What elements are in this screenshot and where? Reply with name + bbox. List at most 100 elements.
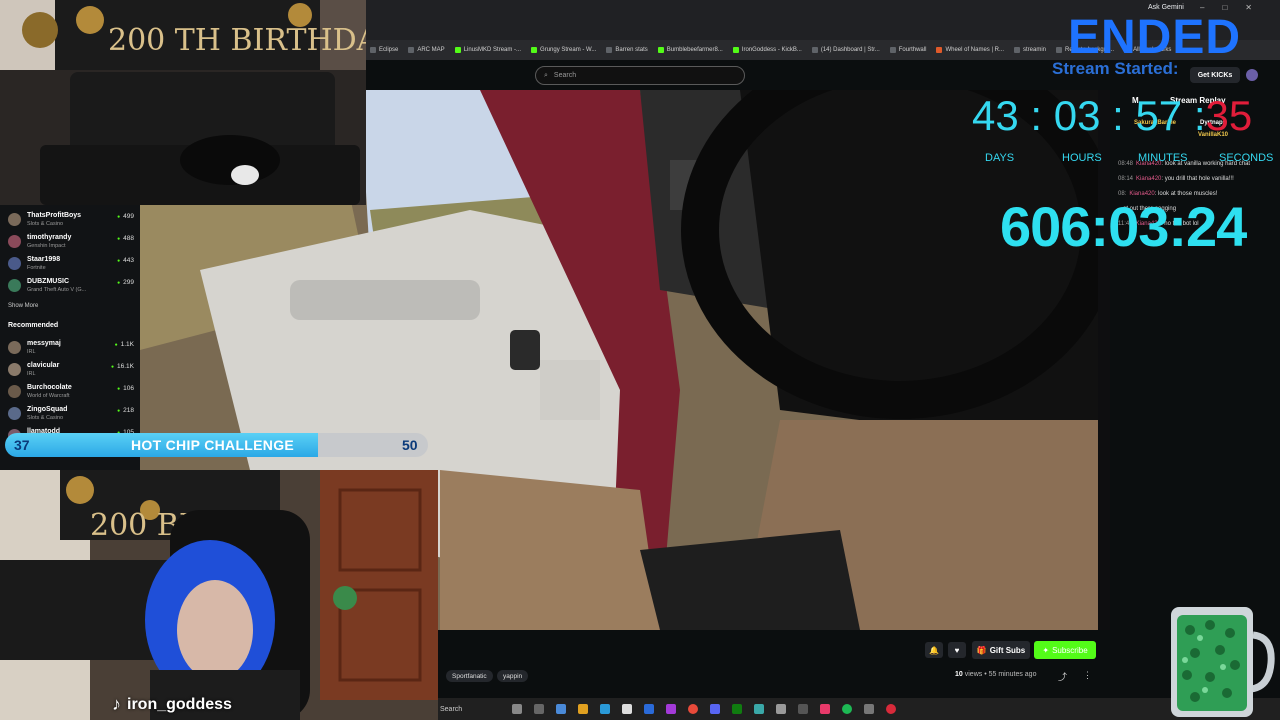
follow-heart-icon[interactable]: ♥ (948, 642, 966, 658)
chrome-icon[interactable] (688, 704, 698, 714)
avatar (8, 213, 21, 226)
close-button[interactable]: ✕ (1245, 3, 1252, 12)
hours-label: HOURS (1062, 152, 1102, 164)
sidebar-channel[interactable]: messymaj IRL 1.1K (8, 337, 134, 359)
bookmark-icon (732, 47, 739, 53)
minutes-label: MINUTES (1138, 152, 1188, 164)
search-input[interactable]: ⌕ Search (535, 66, 745, 85)
sidebar: ThatsProfitBoys Slots & Casino 499 timot… (0, 205, 140, 470)
countdown-seconds: 35 (1205, 92, 1253, 139)
obs-icon[interactable] (666, 704, 676, 714)
views-text: views • 55 minutes ago (964, 671, 1037, 678)
seconds-label: SECONDS (1219, 152, 1274, 164)
folder-icon (1014, 47, 1021, 53)
bookmark-icon (370, 47, 376, 53)
settings-icon[interactable] (776, 704, 786, 714)
bookmark-item[interactable]: Bumblebeefarmer8... (657, 47, 723, 53)
ended-overlay: ENDED (1068, 11, 1242, 64)
bookmark-item[interactable]: Fourthwall (889, 47, 926, 53)
taskbar-search[interactable]: Search (440, 706, 500, 713)
notification-bell-icon[interactable]: 🔔 (925, 642, 943, 658)
search-placeholder: Search (553, 72, 577, 79)
show-more-link[interactable]: Show More (8, 303, 38, 309)
bookmark-icon (657, 47, 664, 53)
discord-icon[interactable] (710, 704, 720, 714)
user-avatar[interactable] (1246, 69, 1258, 81)
sidebar-channel[interactable]: Burchocolate World of Warcraft 106 (8, 381, 134, 403)
get-kicks-button[interactable]: Get KICKs (1190, 67, 1240, 83)
challenge-current: 37 (14, 437, 30, 453)
star-icon: ✦ (1042, 645, 1050, 655)
avatar (8, 257, 21, 270)
avatar (8, 363, 21, 376)
avatar (8, 341, 21, 354)
webcam-room-frame: 200 TH BIRTHDAY (0, 0, 366, 205)
webcam-room: 200 TH BIRTHDAY (0, 0, 366, 205)
task-view-icon[interactable] (534, 704, 544, 714)
app-icon[interactable] (556, 704, 566, 714)
bookmark-icon (811, 47, 818, 53)
webcam-streamer: 200 BIRTH (0, 470, 438, 720)
bookmark-icon (408, 47, 415, 53)
avatar (8, 385, 21, 398)
bookmark-item[interactable]: IronGoddess - KickB... (732, 47, 802, 53)
bookmark-item[interactable]: LinusMKD Stream -... (454, 47, 521, 53)
bookmark-icon (606, 47, 613, 53)
gift-icon: 🎁 (976, 645, 987, 655)
bookmark-icon (531, 47, 538, 53)
challenge-title: HOT CHIP CHALLENGE (131, 437, 295, 453)
edge-icon[interactable] (600, 704, 610, 714)
app-icon[interactable] (886, 704, 896, 714)
bookmark-folder[interactable]: streamin (1014, 47, 1046, 53)
bookmark-item[interactable]: ARC MAP (408, 47, 445, 53)
days-label: DAYS (985, 152, 1015, 164)
app-icon[interactable] (754, 704, 764, 714)
stream-tag[interactable]: Sportfanatic (446, 670, 493, 682)
views-info: 10 views • 55 minutes ago (955, 671, 1036, 678)
folder-icon[interactable] (578, 704, 588, 714)
sidebar-channel[interactable]: clavicular IRL 16.1K (8, 359, 134, 381)
bookmark-icon (454, 47, 461, 53)
mail-icon[interactable] (644, 704, 654, 714)
bookmark-item[interactable]: Wheel of Names | R... (936, 47, 1004, 53)
avatar (8, 407, 21, 420)
bookmark-icon (889, 47, 896, 53)
more-options-icon[interactable]: ⋮ (1083, 670, 1092, 681)
app-icon[interactable] (864, 704, 874, 714)
chat-message: 08:14 Kiana420: you drill that hole vanil… (1118, 176, 1234, 182)
sidebar-channel[interactable]: timothyrandy Genshin Impact 488 (8, 231, 134, 253)
gift-subs-button[interactable]: 🎁 Gift Subs (972, 641, 1030, 659)
bookmark-item[interactable]: Grungy Stream - W... (531, 47, 596, 53)
spotify-icon[interactable] (842, 704, 852, 714)
views-count: 10 (955, 671, 963, 678)
taskbar: Search (438, 698, 1280, 720)
app-icon[interactable] (798, 704, 808, 714)
notepad-icon[interactable] (622, 704, 632, 714)
sidebar-channel[interactable]: ZingoSquad Slots & Casino 218 (8, 403, 134, 425)
xbox-icon[interactable] (732, 704, 742, 714)
subscribe-button[interactable]: ✦ Subscribe (1034, 641, 1096, 659)
bookmark-item[interactable]: Barren stats (606, 47, 648, 53)
avatar (8, 279, 21, 292)
bookmark-item[interactable]: (14) Dashboard | Str... (811, 47, 880, 53)
avatar (8, 235, 21, 248)
tiktok-icon: ♪ (112, 694, 121, 714)
share-icon[interactable]: ⤴ (1058, 670, 1067, 683)
sidebar-channel[interactable]: ThatsProfitBoys Slots & Casino 499 (8, 209, 134, 231)
mug-overlay (1171, 607, 1275, 717)
countdown-timer: 43 : 03 : 57 :35 (972, 92, 1252, 140)
stream-started-label: Stream Started: (1052, 59, 1179, 78)
sidebar-channel[interactable]: Staar1998 Fortnite 443 (8, 253, 134, 275)
bookmark-icon (1056, 47, 1063, 53)
tiktok-handle: ♪ iron_goddess (112, 694, 232, 715)
bookmark-item[interactable]: Eclipse (370, 47, 398, 53)
search-icon: ⌕ (544, 71, 548, 79)
file-explorer-icon[interactable] (512, 704, 522, 714)
sidebar-channel[interactable]: DUBZMUSIC Grand Theft Auto V (G... 299 (8, 275, 134, 297)
recommended-heading: Recommended (8, 322, 59, 329)
bookmark-icon (936, 47, 943, 53)
stream-tag[interactable]: yappin (497, 670, 529, 682)
birthday-banner: 200 TH BIRTHDAY (108, 23, 366, 58)
app-icon[interactable] (820, 704, 830, 714)
challenge-goal: 50 (402, 437, 418, 453)
